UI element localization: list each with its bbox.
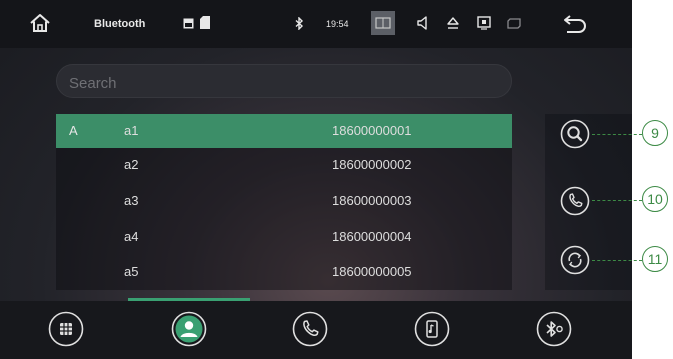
- contact-name: a5: [124, 264, 139, 279]
- call-contact-button[interactable]: [560, 186, 590, 216]
- contact-name: a2: [124, 157, 139, 172]
- sync-contacts-button[interactable]: [560, 245, 590, 275]
- contact-name: a3: [124, 193, 139, 208]
- volume-icon[interactable]: [417, 16, 429, 30]
- contact-number: 18600000002: [332, 157, 412, 172]
- contact-number: 18600000005: [332, 264, 412, 279]
- nav-call-log-button[interactable]: [292, 311, 328, 347]
- contact-list[interactable]: A a1 18600000001 a2 18600000002 a3 18600…: [56, 114, 512, 290]
- contact-number: 18600000004: [332, 229, 412, 244]
- picture-icon: [183, 18, 194, 29]
- search-contact-button[interactable]: [560, 119, 590, 149]
- eject-icon[interactable]: [446, 16, 460, 30]
- search-icon: [560, 119, 590, 149]
- callout-leader-10: [592, 200, 642, 201]
- music-icon: [414, 311, 450, 347]
- home-icon[interactable]: [29, 13, 51, 33]
- contact-row[interactable]: a5 18600000005: [56, 255, 512, 289]
- call-log-icon: [292, 311, 328, 347]
- contact-name: a4: [124, 229, 139, 244]
- nav-contacts-button[interactable]: [171, 311, 207, 347]
- callout-11: 11: [642, 246, 668, 272]
- app-title: Bluetooth: [94, 18, 146, 30]
- sync-icon: [560, 245, 590, 275]
- contact-row[interactable]: A a1 18600000001: [56, 114, 512, 148]
- active-tab-indicator: [128, 298, 250, 301]
- contact-row[interactable]: a3 18600000003: [56, 184, 512, 218]
- phone-icon: [560, 186, 590, 216]
- car-head-unit-screen: Bluetooth 19:54 Search A a1 18600000001 …: [0, 0, 632, 359]
- sd-card-icon: [200, 16, 210, 29]
- contacts-icon: [171, 311, 207, 347]
- screenshot-icon[interactable]: [477, 16, 491, 30]
- screen-toggle-icon[interactable]: [371, 11, 395, 35]
- nav-keypad-button[interactable]: [48, 311, 84, 347]
- index-letter: A: [69, 123, 78, 138]
- callout-leader-11: [592, 260, 642, 261]
- bluetooth-settings-icon: [536, 311, 572, 347]
- nav-music-button[interactable]: [414, 311, 450, 347]
- search-input[interactable]: [67, 71, 491, 95]
- callout-10: 10: [642, 186, 668, 212]
- search-bar[interactable]: [56, 64, 512, 98]
- window-icon[interactable]: [507, 18, 521, 29]
- callout-leader-9: [592, 134, 642, 135]
- contact-number: 18600000001: [332, 123, 412, 138]
- nav-bluetooth-settings-button[interactable]: [536, 311, 572, 347]
- contact-row[interactable]: a4 18600000004: [56, 220, 512, 254]
- clock: 19:54: [326, 19, 349, 29]
- status-bar: Bluetooth 19:54: [0, 0, 632, 48]
- callout-9: 9: [642, 120, 668, 146]
- back-icon[interactable]: [563, 14, 587, 34]
- keypad-icon: [48, 311, 84, 347]
- contact-name: a1: [124, 123, 139, 138]
- contact-number: 18600000003: [332, 193, 412, 208]
- bluetooth-icon: [295, 17, 304, 30]
- contact-row[interactable]: a2 18600000002: [56, 148, 512, 182]
